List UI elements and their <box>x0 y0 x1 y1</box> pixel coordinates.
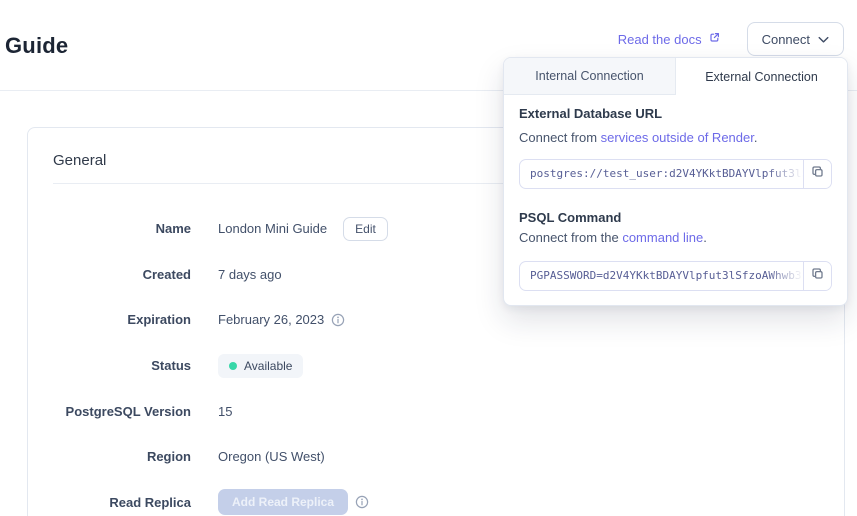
row-name-value: London Mini Guide <box>218 221 327 236</box>
psql-command-heading: PSQL Command <box>519 210 832 225</box>
external-database-url-value[interactable]: postgres://test_user:d2V4YKktBDAYVlpfut3… <box>520 160 803 188</box>
external-link-icon <box>708 31 721 47</box>
copy-icon <box>810 164 825 184</box>
page: Guide Read the docs Connect General <box>0 0 857 516</box>
desc-text: . <box>703 230 707 245</box>
external-database-url-desc: Connect from services outside of Render. <box>519 130 832 145</box>
row-postgresql-version-value: 15 <box>218 404 232 419</box>
row-read-replica: Read Replica Add Read Replica <box>28 480 844 516</box>
copy-external-url-button[interactable] <box>803 160 831 188</box>
edit-name-button[interactable]: Edit <box>343 217 388 241</box>
psql-command-value[interactable]: PGPASSWORD=d2V4YKktBDAYVlpfut3lSfzoAWhwb… <box>520 262 803 290</box>
external-database-url-heading: External Database URL <box>519 106 832 121</box>
row-expiration-label: Expiration <box>28 312 191 327</box>
row-postgresql-version: PostgreSQL Version 15 <box>28 388 844 434</box>
services-outside-render-link[interactable]: services outside of Render <box>601 130 754 145</box>
copy-icon <box>810 266 825 286</box>
psql-command-desc: Connect from the command line. <box>519 230 832 245</box>
copy-psql-command-button[interactable] <box>803 262 831 290</box>
tab-internal-connection[interactable]: Internal Connection <box>504 58 676 95</box>
connection-tabs: Internal Connection External Connection <box>504 58 847 95</box>
row-status-label: Status <box>28 358 191 373</box>
status-dot-icon <box>229 362 237 370</box>
row-read-replica-label: Read Replica <box>28 495 191 510</box>
row-region-value: Oregon (US West) <box>218 449 325 464</box>
row-postgresql-version-label: PostgreSQL Version <box>28 404 191 419</box>
read-the-docs-link[interactable]: Read the docs <box>618 31 721 47</box>
row-created-label: Created <box>28 267 191 282</box>
psql-command-field: PGPASSWORD=d2V4YKktBDAYVlpfut3lSfzoAWhwb… <box>519 261 832 291</box>
status-badge: Available <box>218 354 303 378</box>
desc-text: Connect from <box>519 130 601 145</box>
row-created-value: 7 days ago <box>218 267 282 282</box>
connect-panel-body: External Database URL Connect from servi… <box>504 95 847 305</box>
expiration-info-icon[interactable] <box>331 313 345 327</box>
row-region: Region Oregon (US West) <box>28 434 844 480</box>
connect-dropdown-panel: Internal Connection External Connection … <box>503 57 848 306</box>
row-expiration-value: February 26, 2023 <box>218 312 324 327</box>
add-read-replica-button[interactable]: Add Read Replica <box>218 489 348 515</box>
page-title: Guide <box>5 33 68 59</box>
command-line-link[interactable]: command line <box>622 230 703 245</box>
desc-text: . <box>754 130 758 145</box>
tab-external-connection[interactable]: External Connection <box>676 58 847 95</box>
status-badge-label: Available <box>244 359 292 373</box>
read-the-docs-label: Read the docs <box>618 32 702 47</box>
connect-button-label: Connect <box>762 32 810 47</box>
read-replica-info-icon[interactable] <box>355 495 369 509</box>
desc-text: Connect from the <box>519 230 622 245</box>
row-name-label: Name <box>28 221 191 236</box>
external-database-url-field: postgres://test_user:d2V4YKktBDAYVlpfut3… <box>519 159 832 189</box>
row-status: Status Available <box>28 343 844 389</box>
connect-button[interactable]: Connect <box>747 22 844 56</box>
header-actions: Read the docs Connect <box>618 22 844 56</box>
row-region-label: Region <box>28 449 191 464</box>
chevron-down-icon <box>818 32 829 47</box>
